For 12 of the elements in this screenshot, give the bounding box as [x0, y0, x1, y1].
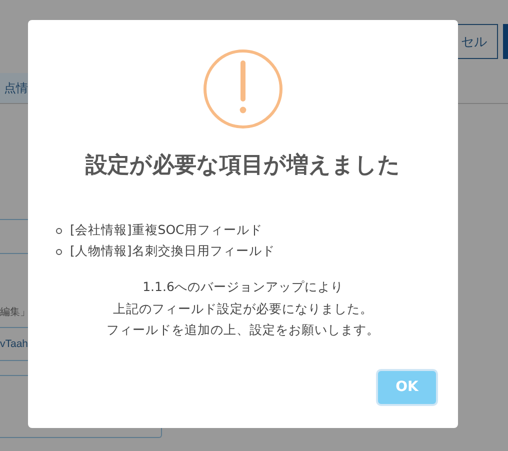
- warning-icon: [203, 49, 283, 129]
- field-label: 編集」: [0, 306, 28, 319]
- message-text: フィールドを追加の上、設定をお願いします。: [106, 321, 380, 339]
- bullet-icon: [56, 248, 62, 254]
- dialog-title: 設定が必要な項目が増えました: [86, 152, 400, 180]
- bullet-icon: [56, 228, 62, 234]
- field-value: vTaah: [0, 338, 28, 350]
- tab[interactable]: 点情: [0, 73, 28, 103]
- list-item: [人物情報]名刺交換日用フィールド: [70, 243, 275, 260]
- message-text: 上記のフィールド設定が必要になりました。: [112, 300, 374, 318]
- message-text: 1.1.6へのバージョンアップにより: [142, 278, 344, 296]
- list-item: [会社情報]重複SOC用フィールド: [70, 222, 262, 239]
